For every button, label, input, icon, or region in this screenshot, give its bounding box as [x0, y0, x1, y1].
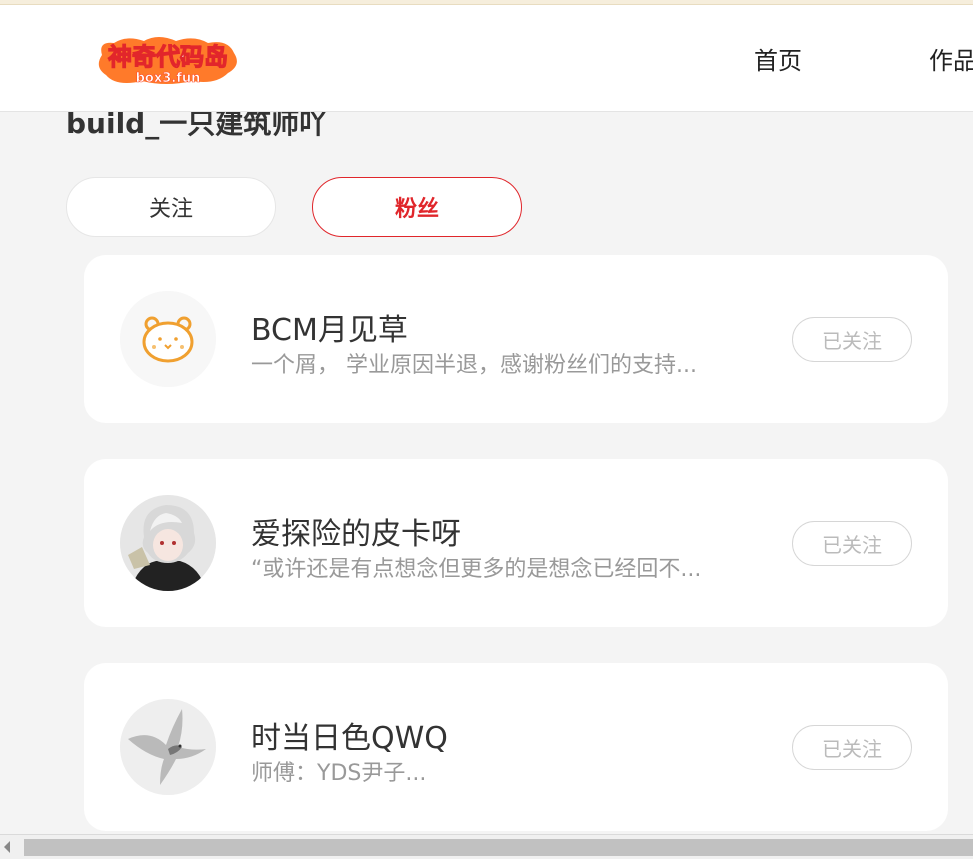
avatar[interactable] [120, 291, 216, 387]
horizontal-scrollbar[interactable] [0, 834, 973, 859]
logo-subtext: box3.fun [136, 71, 201, 86]
fan-name[interactable]: BCM月见草 [251, 305, 408, 349]
scrollbar-thumb[interactable] [24, 839, 973, 856]
fan-card[interactable]: 爱探险的皮卡呀 “或许还是有点想念但更多的是想念已经回不... 已关注 [84, 459, 948, 627]
followed-button[interactable]: 已关注 [792, 521, 912, 566]
bear-avatar-icon [120, 291, 216, 387]
avatar[interactable] [120, 699, 216, 795]
tab-fans[interactable]: 粉丝 [312, 177, 522, 237]
fan-bio: 师傅：YDS尹子... [251, 761, 427, 786]
fan-bio: “或许还是有点想念但更多的是想念已经回不... [251, 557, 702, 582]
avatar[interactable] [120, 495, 216, 591]
nav-works[interactable]: 作品 [929, 41, 973, 76]
fan-name[interactable]: 爱探险的皮卡呀 [251, 509, 461, 553]
scroll-left-arrow-icon[interactable] [4, 841, 10, 853]
tab-following[interactable]: 关注 [66, 177, 276, 237]
followed-button[interactable]: 已关注 [792, 317, 912, 362]
fan-name[interactable]: 时当日色QWQ [251, 713, 448, 757]
site-header: 神奇代码岛 box3.fun 首页 作品 [0, 5, 973, 112]
bird-avatar [120, 699, 216, 795]
site-logo[interactable]: 神奇代码岛 box3.fun [96, 35, 241, 87]
logo-text: 神奇代码岛 [108, 43, 228, 71]
followed-button[interactable]: 已关注 [792, 725, 912, 770]
fan-card[interactable]: 时当日色QWQ 师傅：YDS尹子... 已关注 [84, 663, 948, 831]
fan-card[interactable]: BCM月见草 一个屑， 学业原因半退，感谢粉丝们的支持... 已关注 [84, 255, 948, 423]
anime-character-avatar [120, 495, 216, 591]
fan-bio: 一个屑， 学业原因半退，感谢粉丝们的支持... [251, 353, 697, 378]
nav-home[interactable]: 首页 [754, 41, 802, 76]
